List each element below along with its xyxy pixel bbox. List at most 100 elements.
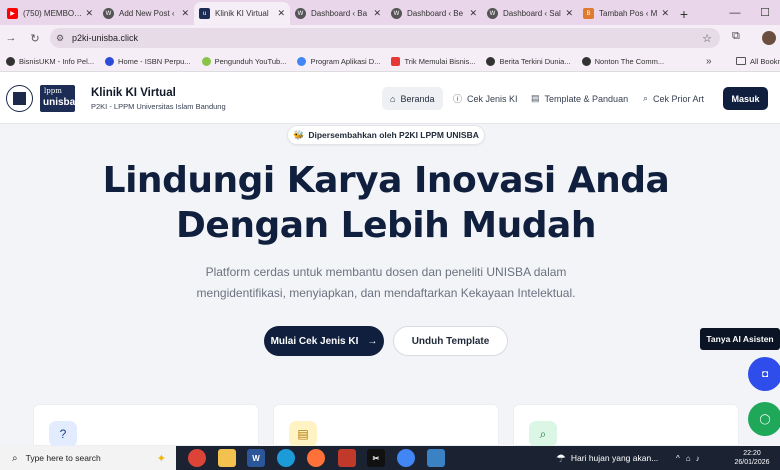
nav-home-label: Beranda xyxy=(400,93,435,104)
bookmark-label: Berita Terkini Dunia... xyxy=(499,56,571,66)
hero-title: Lindungi Karya Inovasi Anda Dengan Lebih… xyxy=(0,158,772,248)
cloud-rain-icon: ☂ xyxy=(556,452,566,465)
bookmark-item[interactable]: BisnisUKM - Info Pel... xyxy=(6,56,94,66)
download-template-button[interactable]: Unduh Template xyxy=(393,326,508,356)
url-field[interactable]: ⚙ p2ki-unisba.click ☆ xyxy=(50,28,720,48)
tab-title: Tambah Pos ‹ M xyxy=(599,9,658,18)
word-icon[interactable]: W xyxy=(247,449,265,467)
nav-cek-prior-art[interactable]: ⌕ Cek Prior Art xyxy=(643,87,704,110)
sparkle-icon: ✦ xyxy=(156,452,166,465)
search-icon: ⌕ xyxy=(12,452,18,464)
wordpress-icon: W xyxy=(295,8,306,19)
logo-text-top: lppm xyxy=(44,87,62,95)
ai-assistant-button[interactable]: ◘ xyxy=(748,357,780,391)
minimize-icon[interactable]: — xyxy=(720,0,750,25)
all-bookmarks-button[interactable]: All Bookm xyxy=(736,57,780,66)
document-icon: ▤ xyxy=(531,93,540,103)
brand-title[interactable]: Klinik KI Virtual xyxy=(91,87,176,99)
app-icon[interactable] xyxy=(338,449,356,467)
capcut-icon[interactable]: ✂ xyxy=(367,449,385,467)
chat-button[interactable]: ◯ xyxy=(748,402,780,436)
logo-text-bottom: unisba xyxy=(43,97,76,108)
close-icon[interactable]: ✕ xyxy=(373,8,381,19)
start-check-button[interactable]: Mulai Cek Jenis KI → xyxy=(264,326,384,356)
bookmarks-bar: BisnisUKM - Info Pel... Home - ISBN Perp… xyxy=(0,51,780,72)
taskbar-search[interactable]: ⌕ Type here to search ✦ xyxy=(0,446,176,470)
bookmark-label: Pengunduh YouTub... xyxy=(214,56,287,66)
chevron-up-icon[interactable]: ^ xyxy=(676,454,680,463)
new-tab-button[interactable]: + xyxy=(674,2,694,25)
wordpress-icon: W xyxy=(391,8,402,19)
bee-icon: 🐝 xyxy=(293,129,305,140)
bookmark-icon xyxy=(581,56,591,66)
bookmark-item[interactable]: Nonton The Comm... xyxy=(581,56,665,66)
profile-avatar[interactable] xyxy=(762,31,776,45)
hero-badge-text: Dipersembahkan oleh P2KI LPPM UNISBA xyxy=(308,130,479,140)
clock-date: 26/01/2026 xyxy=(734,459,770,466)
file-explorer-icon[interactable] xyxy=(218,449,236,467)
nav-cek-jenis-ki[interactable]: ⓘ Cek Jenis KI xyxy=(453,87,518,110)
taskbar: ⌕ Type here to search ✦ W ✂ ☂ Hari hujan… xyxy=(0,446,780,470)
nav-home[interactable]: ⌂ Beranda xyxy=(382,87,443,110)
weather-widget[interactable]: ☂ Hari hujan yang akan... xyxy=(556,446,658,470)
browser-tab[interactable]: W Dashboard ‹ Be ✕ xyxy=(386,2,482,25)
bookmark-icon xyxy=(6,56,15,66)
bookmark-item[interactable]: Berita Terkini Dunia... xyxy=(486,56,571,66)
bookmark-item[interactable]: Pengunduh YouTub... xyxy=(201,56,287,66)
clock[interactable]: 22:20 26/01/2026 xyxy=(732,449,772,467)
close-icon[interactable]: ✕ xyxy=(469,8,477,19)
chevron-right-icon[interactable]: » xyxy=(706,56,712,67)
bookmark-label: Nonton The Comm... xyxy=(594,56,665,66)
feature-card[interactable]: ⌕ xyxy=(513,404,739,447)
browser-tab[interactable]: W Add New Post ‹ ✕ xyxy=(98,2,194,25)
chrome-icon[interactable] xyxy=(188,449,206,467)
nav-template-label: Template & Panduan xyxy=(544,93,629,104)
extensions-icon[interactable]: ⧉ xyxy=(732,30,740,43)
browser-tab[interactable]: ▶ (750) MEMBONG ✕ xyxy=(2,2,98,25)
tab-title: Add New Post ‹ xyxy=(119,9,175,18)
feature-card[interactable]: ? xyxy=(33,404,259,447)
bookmark-icon xyxy=(297,56,307,66)
bookmark-item[interactable]: Home - ISBN Perpu... xyxy=(105,56,191,66)
lppm-unisba-logo[interactable]: lppm unisba xyxy=(40,85,75,112)
site-info-icon[interactable]: ⚙ xyxy=(56,33,72,44)
volume-icon[interactable]: ♪ xyxy=(696,454,700,463)
close-icon[interactable]: ✕ xyxy=(661,8,669,19)
bookmark-item[interactable]: Trik Memulai Bisnis... xyxy=(391,56,475,66)
tab-title: Klinik KI Virtual xyxy=(215,9,269,18)
bookmark-star-icon[interactable]: ☆ xyxy=(702,32,712,45)
login-button[interactable]: Masuk xyxy=(723,87,768,110)
clock-time: 22:20 xyxy=(743,450,761,457)
edge-icon[interactable] xyxy=(277,449,295,467)
maximize-icon[interactable]: ☐ xyxy=(750,0,780,25)
folder-icon xyxy=(736,57,746,65)
browser-tab[interactable]: B Tambah Pos ‹ M ✕ xyxy=(578,2,674,25)
lppm-favicon-icon: u xyxy=(199,8,210,19)
home-icon: ⌂ xyxy=(390,93,396,104)
reload-icon[interactable]: ↻ xyxy=(26,32,44,45)
all-bookmarks-label: All Bookm xyxy=(750,56,780,66)
browser-tab[interactable]: W Dashboard ‹ Sal ✕ xyxy=(482,2,578,25)
weather-text: Hari hujan yang akan... xyxy=(570,453,659,463)
forward-icon[interactable]: → xyxy=(2,32,20,44)
firefox-icon[interactable] xyxy=(307,449,325,467)
help-circle-icon: ? xyxy=(49,421,77,447)
system-tray[interactable]: ^ ⌂ ♪ xyxy=(676,446,700,470)
brand-subtitle: P2KI - LPPM Universitas Islam Bandung xyxy=(91,102,226,111)
photos-icon[interactable] xyxy=(427,449,445,467)
arrow-right-icon: → xyxy=(367,335,378,347)
chrome-icon[interactable] xyxy=(397,449,415,467)
close-icon[interactable]: ✕ xyxy=(565,8,573,19)
feature-card[interactable]: ▤ xyxy=(273,404,499,447)
browser-tab[interactable]: W Dashboard ‹ Ba ✕ xyxy=(290,2,386,25)
unisba-seal-logo[interactable] xyxy=(6,85,33,112)
close-icon[interactable]: ✕ xyxy=(277,8,285,19)
browser-tab-active[interactable]: u Klinik KI Virtual ✕ xyxy=(194,2,290,25)
close-icon[interactable]: ✕ xyxy=(85,8,93,19)
close-icon[interactable]: ✕ xyxy=(181,8,189,19)
bookmark-item[interactable]: Program Aplikasi D... xyxy=(297,56,380,66)
network-icon[interactable]: ⌂ xyxy=(686,454,691,463)
bookmark-label: Home - ISBN Perpu... xyxy=(118,56,191,66)
nav-template-panduan[interactable]: ▤ Template & Panduan xyxy=(531,87,628,110)
taskbar-search-placeholder: Type here to search xyxy=(25,453,101,463)
